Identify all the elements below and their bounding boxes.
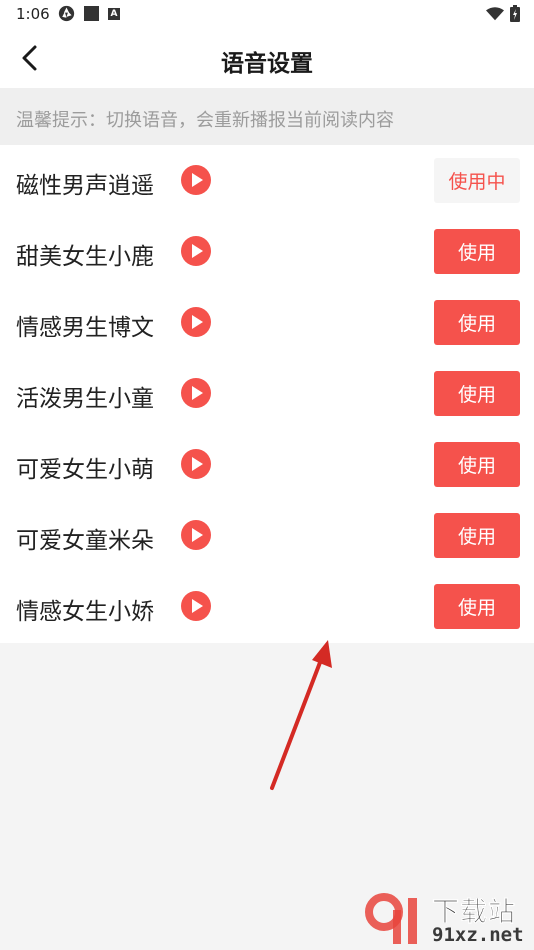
annotation-arrow-icon — [270, 640, 332, 790]
voice-settings-screen: 1:06 A 语音设置 温馨提示：切换语音，会重新播报当前阅读内容 磁性男声逍遥… — [0, 0, 534, 950]
use-button[interactable]: 使用 — [434, 371, 520, 416]
tip-text: 温馨提示：切换语音，会重新播报当前阅读内容 — [16, 110, 394, 131]
battery-icon — [510, 5, 520, 22]
use-button[interactable]: 使用 — [434, 513, 520, 558]
use-button[interactable]: 使用 — [434, 300, 520, 345]
voice-name: 可爱女童米朵 — [16, 528, 154, 554]
status-bar: 1:06 A — [0, 0, 534, 28]
app-header: 语音设置 — [0, 28, 534, 88]
play-icon[interactable] — [181, 591, 211, 621]
status-notification-icons: A — [58, 5, 120, 22]
use-button[interactable]: 使用 — [434, 229, 520, 274]
status-time: 1:06 — [16, 5, 50, 23]
play-icon[interactable] — [181, 236, 211, 266]
voice-name: 情感男生博文 — [16, 315, 154, 341]
play-icon[interactable] — [181, 520, 211, 550]
voice-row: 磁性男声逍遥 使用中 — [0, 145, 534, 216]
play-icon[interactable] — [181, 307, 211, 337]
voice-row: 可爱女生小萌 使用 — [0, 429, 534, 500]
voice-name: 甜美女生小鹿 — [16, 244, 154, 270]
tip-banner: 温馨提示：切换语音，会重新播报当前阅读内容 — [0, 88, 534, 145]
voice-name: 情感女生小娇 — [16, 599, 154, 625]
status-system-icons — [486, 5, 520, 22]
play-icon[interactable] — [181, 449, 211, 479]
site-logo-icon — [365, 893, 417, 944]
voice-name: 活泼男生小童 — [16, 386, 154, 412]
play-icon[interactable] — [181, 165, 211, 195]
voice-row: 情感男生博文 使用 — [0, 287, 534, 358]
voice-name: 可爱女生小萌 — [16, 457, 154, 483]
page-title: 语音设置 — [221, 51, 313, 77]
voice-row: 活泼男生小童 使用 — [0, 358, 534, 429]
voice-list: 磁性男声逍遥 使用中 甜美女生小鹿 使用 情感男生博文 使用 活泼男生小童 使用… — [0, 145, 534, 643]
aperture-icon — [58, 5, 75, 22]
square-icon — [84, 6, 99, 21]
play-icon[interactable] — [181, 378, 211, 408]
in-use-button[interactable]: 使用中 — [434, 158, 520, 203]
use-button[interactable]: 使用 — [434, 584, 520, 629]
watermark-domain: 91xz.net — [432, 924, 524, 946]
a-icon: A — [108, 7, 120, 20]
voice-row: 甜美女生小鹿 使用 — [0, 216, 534, 287]
wifi-icon — [486, 6, 504, 20]
voice-name: 磁性男声逍遥 — [16, 173, 154, 199]
voice-row: 可爱女童米朵 使用 — [0, 500, 534, 571]
use-button[interactable]: 使用 — [434, 442, 520, 487]
watermark: 下载站 91xz.net — [362, 888, 534, 950]
